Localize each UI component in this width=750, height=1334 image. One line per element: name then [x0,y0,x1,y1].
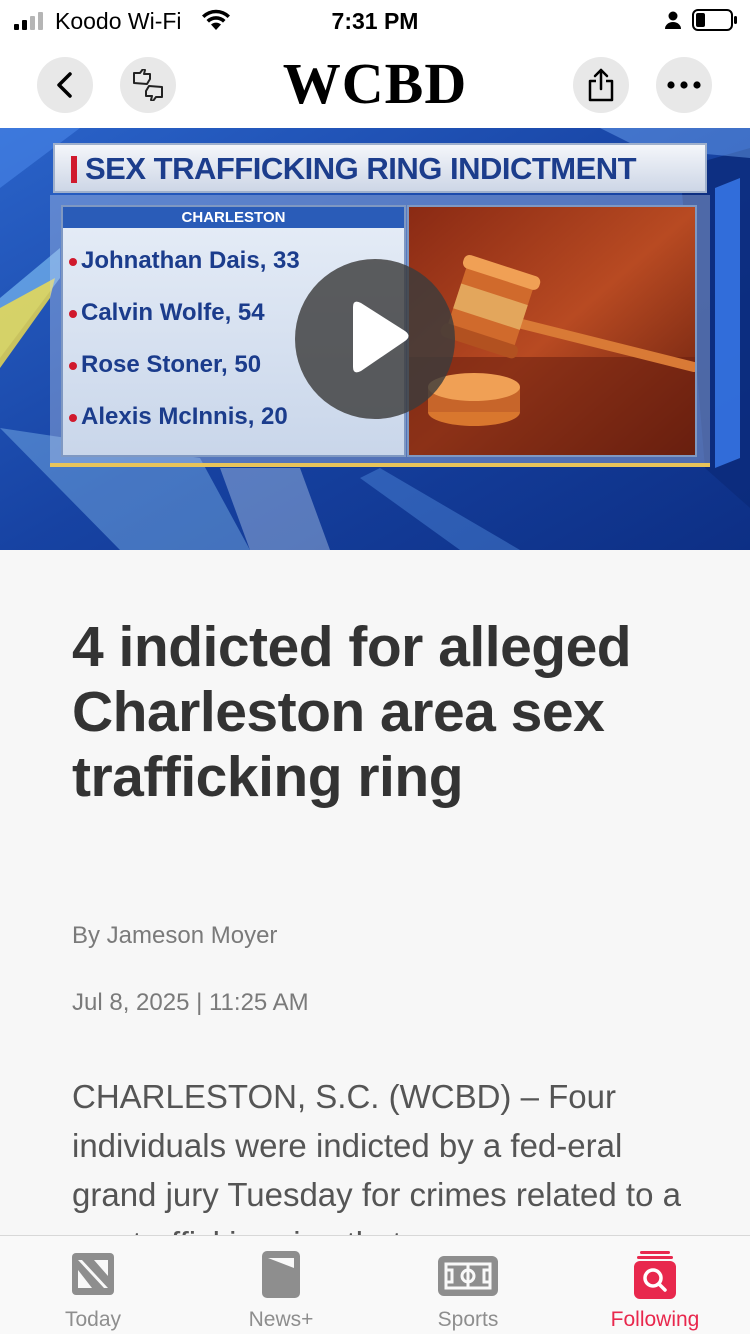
tab-bar: Today News+ Sports Following [0,1235,750,1334]
list-item-text: Johnathan Dais, 33 [81,247,300,274]
tab-following[interactable]: Following [595,1236,715,1334]
article-date: Jul 8, 2025 | 11:25 AM [72,989,309,1016]
nav-bar: WCBD [0,40,750,128]
tab-sports-label: Sports [437,1308,499,1331]
tab-today-label: Today [64,1308,122,1331]
article-paragraph: CHARLESTON, S.C. (WCBD) – Four individua… [72,1078,681,1235]
bullet-icon [69,413,77,422]
tab-today[interactable]: Today [33,1236,153,1334]
play-icon [353,301,409,373]
following-search-icon [634,1251,676,1299]
banner-accent-mark [71,156,77,183]
video-thumbnail[interactable]: SEX TRAFFICKING RING INDICTMENT CHARLEST… [0,128,750,550]
banner-text: SEX TRAFFICKING RING INDICTMENT [85,151,637,186]
tab-following-label: Following [610,1308,700,1331]
bullet-icon [69,257,77,266]
ellipsis-icon [667,81,701,89]
tab-news-plus-label: News+ [248,1308,314,1331]
list-item-text: Alexis McInnis, 20 [81,403,288,430]
more-options-button[interactable] [656,57,712,113]
article-headline: 4 indicted for alleged Charleston area s… [72,615,632,809]
news-today-icon [72,1253,114,1295]
tab-news-plus[interactable]: News+ [221,1236,341,1334]
list-item: Alexis McInnis, 20 [69,403,288,431]
play-button[interactable] [295,259,455,419]
orientation-lock-icon [665,11,681,29]
list-item-text: Rose Stoner, 50 [81,351,262,378]
story-banner: SEX TRAFFICKING RING INDICTMENT [53,143,707,193]
names-panel-header: CHARLESTON [63,207,404,228]
article-byline[interactable]: By Jameson Moyer [72,922,277,950]
bullet-icon [69,361,77,370]
news-plus-icon [262,1251,300,1298]
share-button[interactable] [573,57,629,113]
battery-icon [692,9,737,31]
list-item-text: Calvin Wolfe, 54 [81,299,265,326]
status-time: 7:31 PM [331,8,419,34]
status-bar: Koodo Wi-Fi 7:31 PM [0,0,750,40]
list-item: Calvin Wolfe, 54 [69,299,265,327]
list-item: Rose Stoner, 50 [69,351,261,379]
publisher-logo: WCBD [282,51,468,116]
bullet-icon [69,309,77,318]
tab-sports[interactable]: Sports [408,1236,528,1334]
share-icon [588,68,614,102]
sports-field-icon [438,1256,498,1296]
article-body: 4 indicted for alleged Charleston area s… [0,550,750,1235]
list-item: Johnathan Dais, 33 [69,247,300,275]
